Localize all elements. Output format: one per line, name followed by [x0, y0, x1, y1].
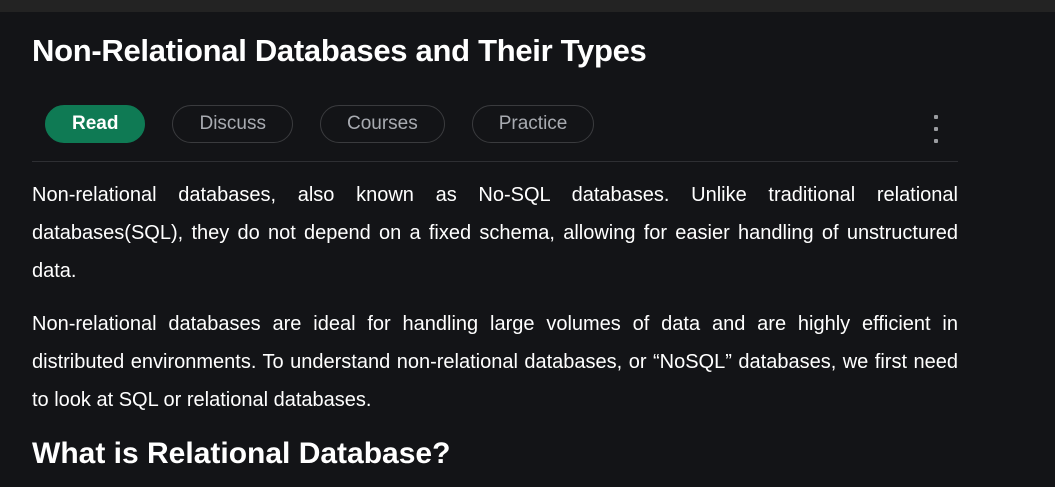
paragraph: Non-relational databases are ideal for h…: [32, 313, 958, 411]
divider: [32, 161, 958, 162]
tab-read[interactable]: Read: [45, 105, 146, 143]
section-heading: What is Relational Database?: [32, 437, 451, 470]
page-title: Non-Relational Databases and Their Types: [32, 33, 647, 68]
vertical-ellipsis-icon[interactable]: [930, 115, 942, 143]
paragraph: Non-relational databases, also known as …: [32, 184, 958, 282]
article-tabs: Read Discuss Courses Practice: [45, 105, 595, 143]
tab-discuss[interactable]: Discuss: [172, 105, 293, 143]
top-bar: [0, 0, 1055, 12]
article-content: Non-relational databases, also known as …: [32, 176, 958, 474]
tab-practice[interactable]: Practice: [471, 105, 595, 143]
tab-courses[interactable]: Courses: [319, 105, 445, 143]
